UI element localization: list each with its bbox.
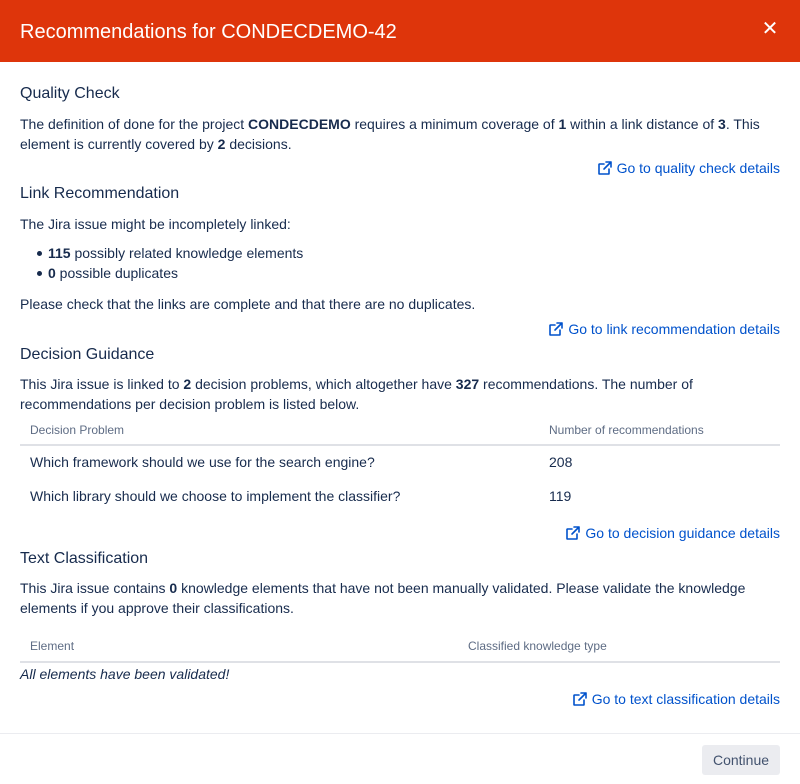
close-icon[interactable]: ✕ bbox=[760, 16, 780, 42]
column-header-element: Element bbox=[30, 639, 75, 653]
column-header-count: Number of recommendations bbox=[549, 423, 704, 437]
quality-check-text: The definition of done for the project C… bbox=[20, 116, 760, 152]
table-row: Which framework should we use for the se… bbox=[20, 446, 780, 480]
decision-problem-cell: Which framework should we use for the se… bbox=[30, 454, 375, 470]
decision-guidance-text: This Jira issue is linked to 2 decision … bbox=[20, 376, 693, 412]
list-item: 0 possible duplicates bbox=[8, 263, 303, 283]
continue-button[interactable]: Continue bbox=[702, 745, 780, 775]
link-recommendation-details-link[interactable]: Go to link recommendation details bbox=[548, 319, 780, 339]
recommendation-count-cell: 208 bbox=[549, 454, 573, 470]
dialog-header: Recommendations for CONDECDEMO-42 ✕ bbox=[0, 0, 800, 62]
link-recommendation-list: 115 possibly related knowledge elements … bbox=[8, 243, 303, 283]
decision-problem-cell: Which library should we choose to implem… bbox=[30, 488, 401, 504]
link-recommendation-note: Please check that the links are complete… bbox=[20, 296, 476, 312]
link-recommendation-intro: The Jira issue might be incompletely lin… bbox=[20, 216, 291, 232]
text-classification-details-link[interactable]: Go to text classification details bbox=[572, 689, 780, 709]
table-header: Element Classified knowledge type bbox=[20, 633, 780, 663]
text-classification-heading: Text Classification bbox=[20, 550, 149, 567]
external-link-icon bbox=[572, 692, 587, 706]
external-link-icon bbox=[597, 161, 612, 175]
external-link-icon bbox=[566, 526, 581, 540]
column-header-problem: Decision Problem bbox=[30, 423, 125, 437]
dialog-title: Recommendations for CONDECDEMO-42 bbox=[20, 21, 397, 43]
link-recommendation-heading: Link Recommendation bbox=[20, 185, 180, 202]
external-link-icon bbox=[549, 322, 564, 336]
decision-guidance-table: Decision Problem Number of recommendatio… bbox=[20, 418, 780, 514]
column-header-type: Classified knowledge type bbox=[468, 639, 607, 653]
list-item: 115 possibly related knowledge elements bbox=[8, 243, 303, 263]
recommendation-count-cell: 119 bbox=[549, 488, 572, 504]
text-classification-table: Element Classified knowledge type bbox=[20, 633, 780, 663]
empty-state-message: All elements have been validated! bbox=[20, 666, 230, 682]
quality-check-details-link[interactable]: Go to quality check details bbox=[597, 158, 780, 178]
footer-divider bbox=[0, 733, 800, 734]
table-row: Which library should we choose to implem… bbox=[20, 480, 780, 514]
decision-guidance-heading: Decision Guidance bbox=[20, 346, 155, 363]
table-header: Decision Problem Number of recommendatio… bbox=[20, 418, 780, 446]
quality-check-heading: Quality Check bbox=[20, 85, 120, 102]
text-classification-text: This Jira issue contains 0 knowledge ele… bbox=[20, 580, 746, 616]
decision-guidance-details-link[interactable]: Go to decision guidance details bbox=[565, 523, 780, 543]
